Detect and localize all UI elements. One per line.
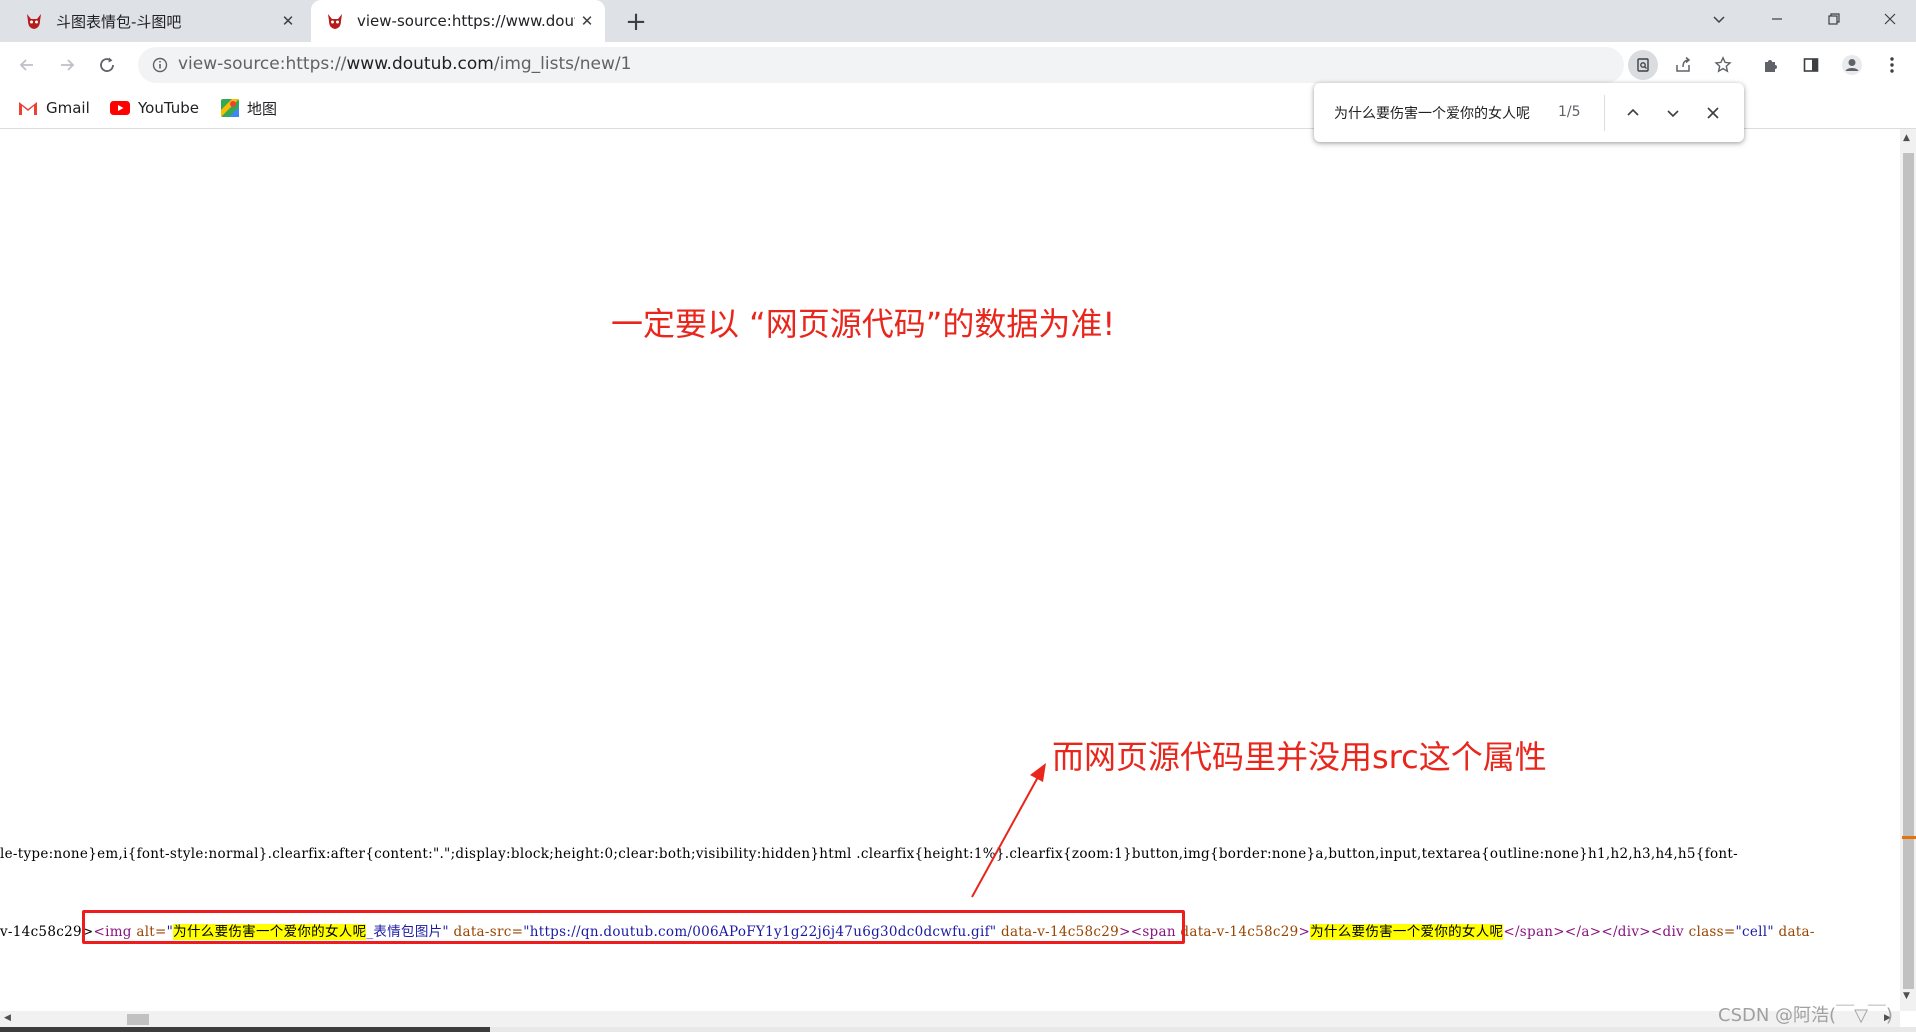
extensions-puzzle-icon[interactable] <box>1755 49 1787 81</box>
find-match-highlight: 为什么要伤害一个爱你的女人呢 <box>1310 924 1504 940</box>
url-text[interactable]: view-source:https://www.doutub.com/img_l… <box>178 54 631 74</box>
scroll-up-icon[interactable]: ▲ <box>1903 133 1910 143</box>
scroll-down-icon[interactable]: ▼ <box>1903 991 1910 1001</box>
find-match-count: 1/5 <box>1558 104 1581 120</box>
new-tab-button[interactable]: + <box>622 7 650 37</box>
find-divider <box>1604 95 1605 131</box>
tab-doutu[interactable]: 斗图表情包-斗图吧 ✕ <box>0 0 306 42</box>
gmail-icon <box>18 100 38 116</box>
annotation-red-box <box>82 910 1185 944</box>
view-source-content: 一定要以 “网页源代码”的数据为准! 而网页源代码里并没用src这个属性 le-… <box>0 129 1900 1011</box>
taskbar-edge <box>0 1027 1916 1032</box>
address-bar[interactable]: view-source:https://www.doutub.com/img_l… <box>138 47 1624 83</box>
bookmark-star-icon[interactable] <box>1707 49 1739 81</box>
tab-close-icon[interactable]: ✕ <box>575 9 599 33</box>
scroll-left-icon[interactable]: ◀ <box>4 1013 11 1023</box>
find-bar: 为什么要伤害一个爱你的女人呢 1/5 <box>1314 83 1744 142</box>
tab-title: view-source:https://www.doutub.com/img_l… <box>357 12 575 30</box>
annotation-arrow <box>971 763 1046 898</box>
tab-title: 斗图表情包-斗图吧 <box>56 12 182 31</box>
devil-favicon-icon <box>24 11 44 31</box>
horizontal-scrollbar[interactable]: ◀ ▶ <box>0 1011 1900 1027</box>
side-panel-icon[interactable] <box>1795 49 1827 81</box>
annotation-bottom: 而网页源代码里并没用src这个属性 <box>1052 738 1547 776</box>
forward-arrow-icon[interactable] <box>51 49 83 81</box>
csdn-watermark: CSDN @阿浩(￣▽￣) <box>1718 1005 1893 1026</box>
maps-icon <box>221 99 239 117</box>
bookmark-maps[interactable]: 地图 <box>221 96 277 120</box>
bookmark-gmail[interactable]: Gmail <box>18 96 90 120</box>
bookmark-label: 地图 <box>247 99 278 118</box>
tab-close-icon[interactable]: ✕ <box>276 9 300 33</box>
menu-kebab-icon[interactable] <box>1876 49 1908 81</box>
tab-search-chevron-icon[interactable] <box>1697 0 1741 38</box>
tab-view-source[interactable]: view-source:https://www.doutub.com/img_l… <box>311 0 605 42</box>
bookmark-label: Gmail <box>46 99 90 117</box>
tab-strip: 斗图表情包-斗图吧 ✕ view-source:https://www.dout… <box>0 0 1916 42</box>
minimize-icon[interactable] <box>1755 0 1799 38</box>
youtube-icon <box>110 101 130 115</box>
reload-icon[interactable] <box>91 49 123 81</box>
annotation-top: 一定要以 “网页源代码”的数据为准! <box>611 305 1116 343</box>
find-previous-icon[interactable] <box>1618 98 1648 128</box>
close-window-icon[interactable] <box>1868 0 1912 38</box>
find-result-marker <box>1902 836 1916 839</box>
horizontal-scroll-thumb[interactable] <box>127 1014 149 1025</box>
source-code-line: le-type:none}em,i{font-style:normal}.cle… <box>0 846 1738 862</box>
bookmark-youtube[interactable]: YouTube <box>110 96 199 120</box>
find-in-page-icon[interactable] <box>1628 50 1658 80</box>
restore-icon[interactable] <box>1812 0 1856 38</box>
find-close-icon[interactable] <box>1698 98 1728 128</box>
vertical-scrollbar[interactable]: ▲ ▼ <box>1900 129 1916 1011</box>
find-input[interactable]: 为什么要伤害一个爱你的女人呢 <box>1334 103 1530 123</box>
browser-toolbar: view-source:https://www.doutub.com/img_l… <box>0 42 1916 88</box>
profile-avatar-icon[interactable] <box>1836 49 1868 81</box>
info-icon[interactable] <box>150 55 170 75</box>
share-icon[interactable] <box>1667 49 1699 81</box>
vertical-scroll-thumb[interactable] <box>1903 153 1914 989</box>
devil-favicon-icon <box>325 11 345 31</box>
back-arrow-icon[interactable] <box>11 49 43 81</box>
find-next-icon[interactable] <box>1658 98 1688 128</box>
bookmark-label: YouTube <box>138 99 199 117</box>
